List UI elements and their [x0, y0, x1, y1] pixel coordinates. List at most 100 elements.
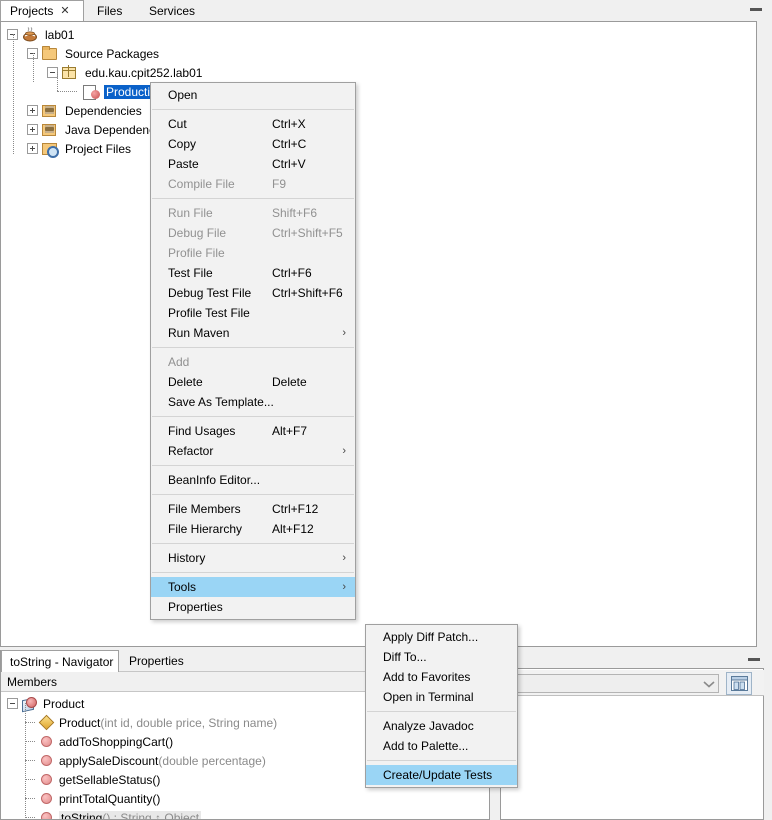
menu-separator [152, 347, 354, 348]
chevron-down-icon[interactable] [698, 674, 719, 693]
member-label: Product [43, 696, 85, 711]
tree-guide [33, 53, 34, 82]
submenu-item-diff-to[interactable]: Diff To... [366, 647, 517, 667]
menu-item-label: Add to Palette... [383, 739, 469, 753]
member-signature: () [165, 734, 174, 749]
tree-guide [25, 779, 35, 780]
menu-item-label: Analyze Javadoc [383, 719, 474, 733]
menu-item-cut[interactable]: Cut Ctrl+X [151, 114, 355, 134]
menu-item-label: Run Maven [168, 326, 230, 340]
menu-item-label: Create/Update Tests [383, 768, 493, 782]
menu-item-label: Paste [168, 157, 199, 171]
tab-files[interactable]: Files [88, 0, 140, 21]
menu-item-shortcut: Shift+F6 [272, 206, 318, 220]
properties-panel [492, 650, 772, 820]
menu-item-label: Find Usages [168, 424, 236, 438]
properties-combo[interactable] [507, 674, 719, 693]
menu-item-label: Profile File [168, 246, 225, 260]
expander-plus-icon[interactable] [27, 105, 38, 116]
submenu-item-open-in-terminal[interactable]: Open in Terminal [366, 687, 517, 707]
menu-item-file-members[interactable]: File Members Ctrl+F12 [151, 499, 355, 519]
submenu-item-add-to-palette[interactable]: Add to Palette... [366, 736, 517, 756]
menu-item-debug-test-file[interactable]: Debug Test File Ctrl+Shift+F6 [151, 283, 355, 303]
method-icon [41, 812, 52, 819]
menu-item-label: Add [168, 355, 190, 369]
menu-item-run-file: Run File Shift+F6 [151, 203, 355, 223]
menu-item-debug-file: Debug File Ctrl+Shift+F5 [151, 223, 355, 243]
minimize-icon[interactable] [748, 658, 760, 661]
tree-node-production-java[interactable]: Production.java [1, 72, 756, 101]
submenu-item-create-update-tests[interactable]: Create/Update Tests [366, 765, 517, 785]
menu-item-shortcut: Delete [272, 375, 307, 389]
tree-label: Source Packages [65, 46, 160, 61]
tab-projects-label: Projects [10, 4, 54, 18]
menu-item-copy[interactable]: Copy Ctrl+C [151, 134, 355, 154]
minimize-icon[interactable] [750, 8, 762, 11]
tree-node-dependencies[interactable]: Dependencies [1, 101, 756, 120]
menu-item-open[interactable]: Open [151, 85, 355, 105]
menu-item-label: Add to Favorites [383, 670, 471, 684]
source-packages-icon [42, 46, 59, 62]
netbeans-ide-window: Projects ✕ Files Services lab01 Source P… [0, 0, 772, 820]
menu-separator [367, 711, 516, 712]
menu-item-properties[interactable]: Properties [151, 597, 355, 617]
menu-item-shortcut: Ctrl+F12 [272, 502, 319, 516]
menu-item-label: Test File [168, 266, 213, 280]
window-layout-icon[interactable] [726, 672, 752, 695]
member-label: Product(int id, double price, String nam… [59, 715, 278, 730]
menu-item-label: Properties [168, 600, 223, 614]
tree-node-package[interactable]: edu.kau.cpit252.lab01 [1, 53, 756, 82]
menu-item-tools[interactable]: Tools › [151, 577, 355, 597]
tree-node-project-files[interactable]: Project Files [1, 139, 756, 158]
menu-item-shortcut: F9 [272, 177, 287, 191]
menu-item-label: Apply Diff Patch... [383, 630, 479, 644]
chevron-right-icon: › [342, 581, 346, 593]
menu-item-shortcut: Ctrl+F6 [272, 266, 312, 280]
menu-separator [152, 198, 354, 199]
menu-item-label: File Members [168, 502, 241, 516]
properties-body [500, 668, 764, 820]
tab-properties[interactable]: Properties [121, 650, 201, 672]
project-tree: lab01 Source Packages edu.kau.cpit252.la… [1, 25, 756, 158]
tab-services-label: Services [149, 3, 196, 18]
menu-item-save-as-template[interactable]: Save As Template... [151, 392, 355, 412]
tab-navigator[interactable]: toString - Navigator [1, 650, 119, 672]
menu-item-paste[interactable]: Paste Ctrl+V [151, 154, 355, 174]
properties-header [492, 650, 772, 668]
projects-tree-panel: lab01 Source Packages edu.kau.cpit252.la… [0, 21, 757, 647]
tab-navigator-label: toString - Navigator [10, 654, 114, 669]
menu-separator [152, 543, 354, 544]
tree-label: Project Files [65, 141, 132, 156]
submenu-item-add-to-favorites[interactable]: Add to Favorites [366, 667, 517, 687]
close-icon[interactable]: ✕ [60, 5, 69, 17]
menu-item-file-hierarchy[interactable]: File Hierarchy Alt+F12 [151, 519, 355, 539]
menu-item-shortcut: Ctrl+Shift+F5 [272, 226, 343, 240]
member-row-method-selected[interactable]: toString() : String ↑ Object [1, 808, 489, 819]
submenu-item-apply-diff-patch[interactable]: Apply Diff Patch... [366, 627, 517, 647]
tree-guide [57, 91, 77, 92]
menu-item-test-file[interactable]: Test File Ctrl+F6 [151, 263, 355, 283]
menu-item-profile-test-file[interactable]: Profile Test File [151, 303, 355, 323]
menu-item-refactor[interactable]: Refactor › [151, 441, 355, 461]
chevron-right-icon: › [342, 552, 346, 564]
tab-projects[interactable]: Projects ✕ [0, 0, 84, 21]
tree-node-source-packages[interactable]: Source Packages [1, 34, 756, 154]
expander-plus-icon[interactable] [27, 124, 38, 135]
menu-item-label: Save As Template... [168, 395, 274, 409]
java-file-icon [83, 84, 100, 100]
menu-item-history[interactable]: History › [151, 548, 355, 568]
tree-node-java-dependencies[interactable]: Java Dependencies [1, 120, 756, 139]
menu-item-beaninfo-editor[interactable]: BeanInfo Editor... [151, 470, 355, 490]
tree-node-lab01[interactable]: lab01 [1, 25, 756, 44]
tree-label: edu.kau.cpit252.lab01 [85, 65, 203, 80]
menu-item-find-usages[interactable]: Find Usages Alt+F7 [151, 421, 355, 441]
member-row-method[interactable]: printTotalQuantity() [1, 789, 489, 808]
menu-item-run-maven[interactable]: Run Maven › [151, 323, 355, 343]
expander-minus-icon[interactable] [7, 698, 18, 709]
menu-item-label: Delete [168, 375, 203, 389]
tab-services[interactable]: Services [140, 0, 212, 21]
expander-plus-icon[interactable] [27, 143, 38, 154]
chevron-right-icon: › [342, 445, 346, 457]
submenu-item-analyze-javadoc[interactable]: Analyze Javadoc [366, 716, 517, 736]
menu-item-delete[interactable]: Delete Delete [151, 372, 355, 392]
